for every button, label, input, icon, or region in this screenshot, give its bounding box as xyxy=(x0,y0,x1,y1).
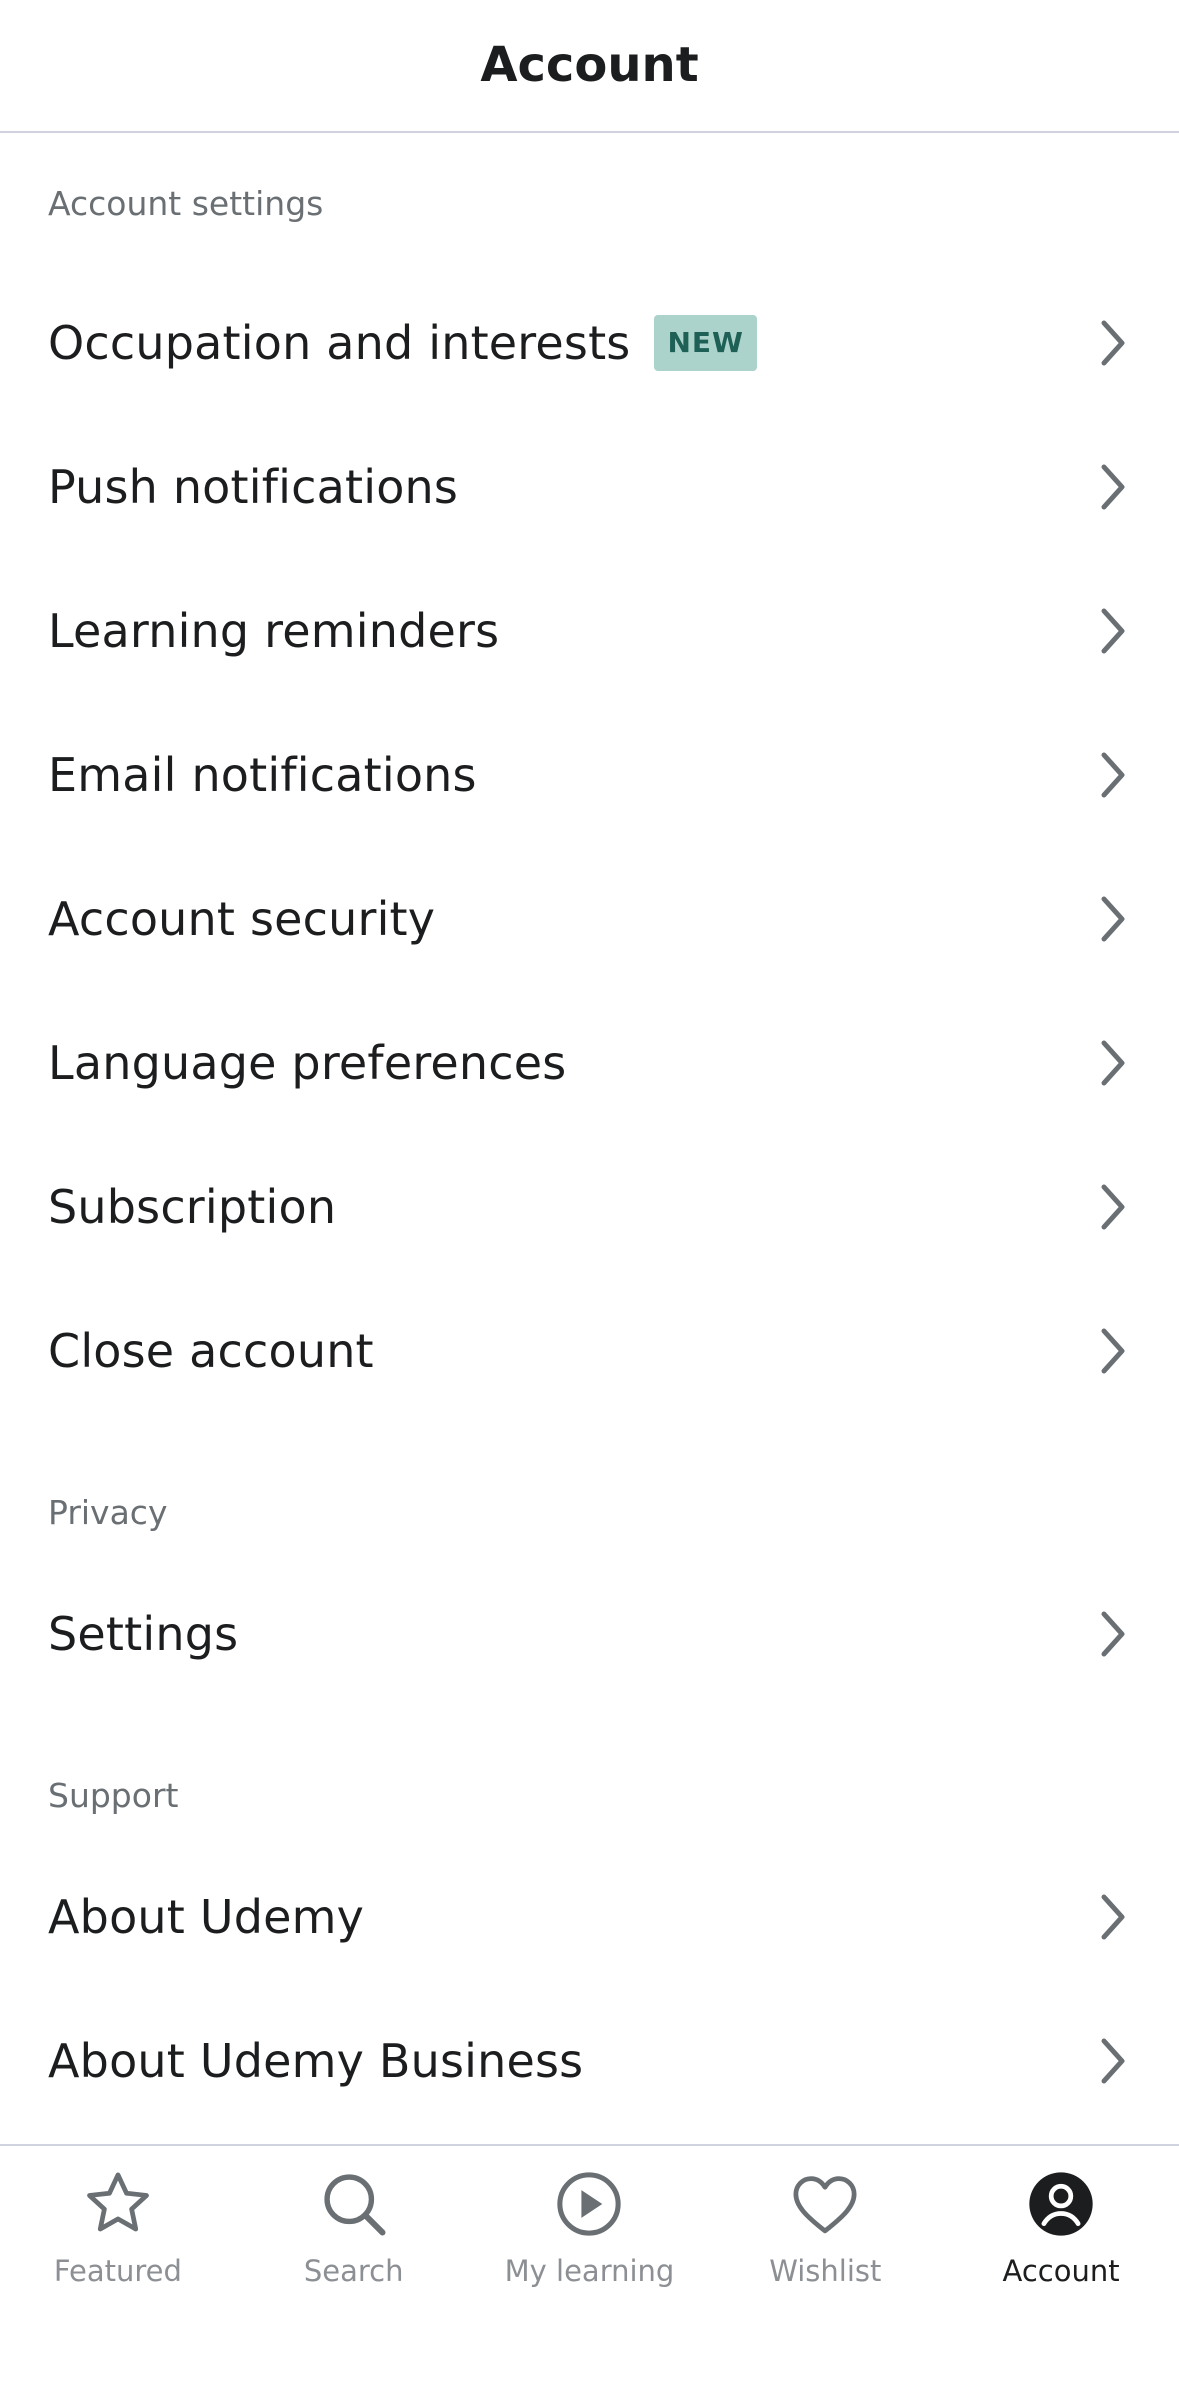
row-email-notifications[interactable]: Email notifications xyxy=(0,703,1179,847)
row-language-preferences[interactable]: Language preferences xyxy=(0,991,1179,1135)
section-label-account-settings: Account settings xyxy=(48,183,324,223)
chevron-right-icon xyxy=(1095,1891,1131,1943)
play-circle-icon xyxy=(551,2166,627,2242)
heart-icon xyxy=(787,2166,863,2242)
row-label: About Udemy xyxy=(48,1890,365,1944)
chevron-right-icon xyxy=(1095,1181,1131,1233)
chevron-right-icon xyxy=(1095,749,1131,801)
chevron-right-icon xyxy=(1095,461,1131,513)
tab-label: Featured xyxy=(53,2254,182,2288)
new-badge: NEW xyxy=(654,315,757,371)
row-push-notifications[interactable]: Push notifications xyxy=(0,415,1179,559)
row-label: Settings xyxy=(48,1607,239,1661)
bottom-tab-bar: Featured Search My learning Wishlist Acc… xyxy=(0,2144,1179,2294)
chevron-right-icon xyxy=(1095,2035,1131,2087)
section-label-privacy: Privacy xyxy=(48,1492,168,1532)
chevron-right-icon xyxy=(1095,1037,1131,1089)
tab-label: My learning xyxy=(504,2254,675,2288)
chevron-right-icon xyxy=(1095,1325,1131,1377)
header: Account xyxy=(0,0,1179,133)
settings-list: Account settings Occupation and interest… xyxy=(0,135,1179,2133)
row-label: Learning reminders xyxy=(48,604,500,658)
account-icon xyxy=(1023,2166,1099,2242)
tab-label: Wishlist xyxy=(769,2254,882,2288)
tab-label: Search xyxy=(303,2254,404,2288)
search-icon xyxy=(316,2166,392,2242)
row-label: Occupation and interests xyxy=(48,316,631,370)
row-account-security[interactable]: Account security xyxy=(0,847,1179,991)
chevron-right-icon xyxy=(1095,605,1131,657)
row-subscription[interactable]: Subscription xyxy=(0,1135,1179,1279)
chevron-right-icon xyxy=(1095,893,1131,945)
row-about-udemy[interactable]: About Udemy xyxy=(0,1845,1179,1989)
row-label: Email notifications xyxy=(48,748,477,802)
tab-account[interactable]: Account xyxy=(943,2146,1179,2294)
row-label: Subscription xyxy=(48,1180,337,1234)
row-label: Account security xyxy=(48,892,436,946)
account-screen: Account Account settings Occupation and … xyxy=(0,0,1179,2396)
row-privacy-settings[interactable]: Settings xyxy=(0,1562,1179,1706)
chevron-right-icon xyxy=(1095,317,1131,369)
section-label-support: Support xyxy=(48,1775,179,1815)
row-learning-reminders[interactable]: Learning reminders xyxy=(0,559,1179,703)
row-label: About Udemy Business xyxy=(48,2034,584,2088)
page-title: Account xyxy=(480,36,699,93)
tab-search[interactable]: Search xyxy=(236,2146,472,2294)
row-label: Language preferences xyxy=(48,1036,567,1090)
row-occupation-and-interests[interactable]: Occupation and interests NEW xyxy=(0,271,1179,415)
tab-my-learning[interactable]: My learning xyxy=(472,2146,708,2294)
tab-featured[interactable]: Featured xyxy=(0,2146,236,2294)
row-close-account[interactable]: Close account xyxy=(0,1279,1179,1423)
row-label: Push notifications xyxy=(48,460,459,514)
tab-wishlist[interactable]: Wishlist xyxy=(707,2146,943,2294)
row-label: Close account xyxy=(48,1324,374,1378)
tab-label: Account xyxy=(1002,2254,1120,2288)
chevron-right-icon xyxy=(1095,1608,1131,1660)
row-about-udemy-business[interactable]: About Udemy Business xyxy=(0,1989,1179,2133)
star-icon xyxy=(80,2166,156,2242)
